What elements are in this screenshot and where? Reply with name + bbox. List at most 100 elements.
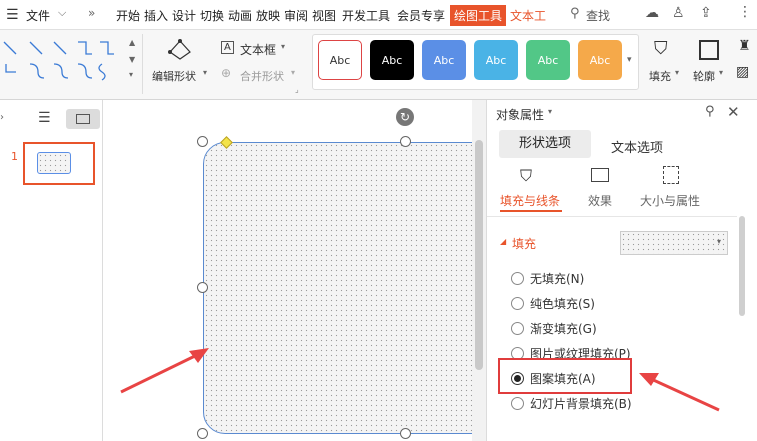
radio-circle[interactable] bbox=[511, 397, 524, 410]
cloud-icon[interactable]: ☁ bbox=[645, 5, 659, 21]
format-painter-icon[interactable]: ♜ bbox=[738, 38, 751, 54]
fill-preview-dropdown[interactable] bbox=[620, 231, 728, 255]
more-options-icon[interactable]: ⋮ bbox=[738, 4, 752, 20]
canvas-scrollbar[interactable] bbox=[472, 100, 486, 441]
chevron-down-icon: ▾ bbox=[675, 68, 680, 77]
tab-transition[interactable]: 切换 bbox=[200, 7, 224, 24]
slide-canvas[interactable]: ↻ bbox=[103, 100, 483, 441]
fill-icon: ⛉ bbox=[654, 38, 668, 59]
share-icon[interactable]: ⇪ bbox=[700, 5, 712, 21]
annotation-arrow-right bbox=[639, 373, 720, 412]
size-properties-icon bbox=[663, 166, 679, 184]
picture-icon[interactable]: ▨ bbox=[736, 64, 749, 80]
gallery-more-icon[interactable]: ▾ bbox=[129, 70, 133, 79]
radio-solid-fill[interactable]: 纯色填充(S) bbox=[511, 295, 595, 312]
tab-insert[interactable]: 插入 bbox=[144, 7, 168, 24]
radio-label: 无填充(N) bbox=[530, 272, 585, 286]
edit-shape-icon bbox=[168, 39, 191, 60]
tab-animation[interactable]: 动画 bbox=[228, 7, 252, 24]
tab-shape-options-label: 形状选项 bbox=[518, 136, 571, 151]
radio-slide-background-fill[interactable]: 幻灯片背景填充(B) bbox=[511, 395, 632, 412]
tab-shape-options[interactable]: 形状选项 bbox=[499, 130, 591, 158]
more-icon[interactable]: » bbox=[88, 6, 95, 20]
outline-button[interactable]: 轮廓 bbox=[693, 68, 715, 84]
tab-slideshow[interactable]: 放映 bbox=[256, 7, 280, 24]
tab-text-options[interactable]: 文本选项 bbox=[611, 137, 663, 156]
shape-gallery[interactable] bbox=[2, 38, 122, 82]
style-preset-4[interactable]: Abc bbox=[474, 40, 518, 80]
radio-circle[interactable] bbox=[511, 272, 524, 285]
subtab-size-properties[interactable]: 大小与属性 bbox=[640, 192, 700, 209]
pin-icon[interactable]: ⚲ bbox=[705, 104, 715, 119]
radio-no-fill[interactable]: 无填充(N) bbox=[511, 270, 584, 287]
chevron-down-icon: ▾ bbox=[281, 42, 286, 51]
style-preset-label: Abc bbox=[589, 53, 611, 67]
radio-circle[interactable] bbox=[511, 297, 524, 310]
ribbon: ▲ ▼ ▾ 编辑形状 ▾ A 文本框 ▾ ⊕ 合并形状 ▾ ⌟ Abc Abc … bbox=[0, 30, 757, 100]
user-add-icon[interactable]: ♙ bbox=[672, 5, 685, 21]
panel-title[interactable]: 对象属性 bbox=[496, 106, 544, 123]
highlight-box bbox=[498, 358, 632, 394]
style-preset-label: Abc bbox=[381, 53, 403, 67]
dialog-launcher-icon[interactable]: ⌟ bbox=[295, 85, 299, 94]
divider bbox=[487, 216, 737, 217]
section-expand-icon[interactable]: ◢ bbox=[500, 237, 506, 246]
merge-shape-button[interactable]: 合并形状 bbox=[240, 68, 284, 84]
fill-section-title[interactable]: 填充 bbox=[512, 235, 536, 252]
style-preset-3[interactable]: Abc bbox=[422, 40, 466, 80]
panel-scrollbar[interactable] bbox=[739, 216, 745, 441]
tab-developer[interactable]: 开发工具 bbox=[342, 7, 390, 24]
radio-label: 渐变填充(G) bbox=[530, 322, 597, 336]
tab-view[interactable]: 视图 bbox=[312, 7, 336, 24]
edit-shape-button[interactable]: 编辑形状 bbox=[152, 68, 196, 84]
subtab-active-underline bbox=[500, 210, 562, 212]
tab-member[interactable]: 会员专享 bbox=[397, 7, 445, 24]
tab-design[interactable]: 设计 bbox=[172, 7, 196, 24]
hamburger-icon[interactable]: ☰ bbox=[6, 7, 19, 23]
outline-view-icon[interactable]: ☰ bbox=[38, 110, 51, 126]
scroll-thumb[interactable] bbox=[475, 140, 483, 370]
file-menu[interactable]: 文件 bbox=[26, 7, 50, 24]
chevron-down-icon: ▾ bbox=[203, 68, 208, 77]
gallery-scroll-down-icon[interactable]: ▼ bbox=[129, 55, 135, 64]
chevron-down-icon[interactable]: ⌵ bbox=[58, 6, 66, 20]
subtab-fill-line[interactable]: 填充与线条 bbox=[500, 192, 560, 209]
slide-number: 1 bbox=[11, 150, 18, 163]
close-icon[interactable]: ✕ bbox=[727, 103, 740, 121]
slide-view-button[interactable] bbox=[66, 109, 100, 129]
radio-circle[interactable] bbox=[511, 322, 524, 335]
menu-bar: ☰ 文件 ⌵ » 开始 插入 设计 切换 动画 放映 审阅 视图 开发工具 会员… bbox=[0, 0, 757, 30]
outline-icon bbox=[699, 40, 719, 60]
radio-label: 纯色填充(S) bbox=[530, 297, 595, 311]
style-preset-label: Abc bbox=[433, 53, 455, 67]
tab-drawing-tools[interactable]: 绘图工具 bbox=[450, 5, 507, 26]
effects-icon bbox=[591, 168, 609, 182]
style-preset-5[interactable]: Abc bbox=[526, 40, 570, 80]
panel-scroll-thumb[interactable] bbox=[739, 216, 745, 316]
textbox-button[interactable]: 文本框 bbox=[240, 41, 276, 58]
style-preset-label: Abc bbox=[485, 53, 507, 67]
search-label[interactable]: 查找 bbox=[586, 7, 610, 24]
chevron-down-icon[interactable]: ▾ bbox=[548, 107, 552, 116]
style-gallery-more-icon[interactable]: ▾ bbox=[627, 55, 632, 65]
subtab-effects[interactable]: 效果 bbox=[588, 192, 612, 209]
fill-line-icon: ⛉ bbox=[520, 166, 533, 185]
gallery-scroll-up-icon[interactable]: ▲ bbox=[129, 38, 135, 47]
merge-shape-icon: ⊕ bbox=[221, 66, 232, 80]
slide-thumbnail[interactable] bbox=[23, 142, 95, 185]
style-preset-6[interactable]: Abc bbox=[578, 40, 622, 80]
radio-gradient-fill[interactable]: 渐变填充(G) bbox=[511, 320, 597, 337]
tab-review[interactable]: 审阅 bbox=[284, 7, 308, 24]
divider bbox=[142, 34, 143, 94]
style-preset-2[interactable]: Abc bbox=[370, 40, 414, 80]
chevron-down-icon[interactable]: ▾ bbox=[717, 237, 721, 246]
chevron-down-icon: ▾ bbox=[291, 68, 296, 77]
slide-thumbnail-panel: › ☰ 1 bbox=[0, 100, 103, 441]
search-icon[interactable]: ⚲ bbox=[570, 6, 580, 21]
tab-text-tools[interactable]: 文本工 bbox=[510, 7, 546, 24]
style-preset-1[interactable]: Abc bbox=[318, 40, 362, 80]
radio-label: 幻灯片背景填充(B) bbox=[530, 397, 632, 411]
fill-button[interactable]: 填充 bbox=[649, 68, 671, 84]
tab-start[interactable]: 开始 bbox=[116, 7, 140, 24]
collapse-panel-icon[interactable]: › bbox=[0, 112, 4, 123]
